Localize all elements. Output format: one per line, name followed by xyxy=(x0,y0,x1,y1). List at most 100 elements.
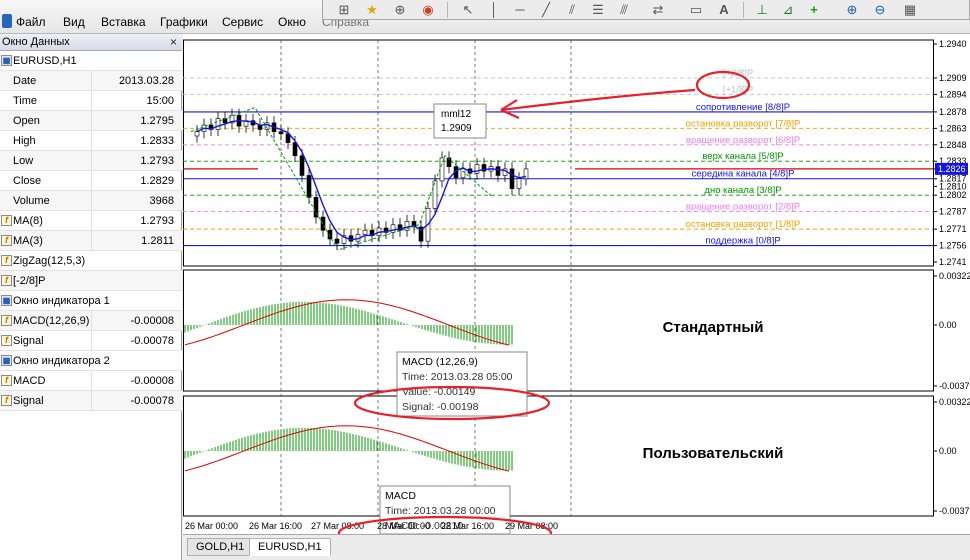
toolbar-separator xyxy=(447,2,448,18)
rectangle-icon[interactable]: ▭ xyxy=(687,1,705,18)
chart-window[interactable]: [+2/8]P [+1/8]P сопротивление [8/8]P остано… xyxy=(183,34,970,534)
indicator-scale-label: -0.00377 xyxy=(939,506,970,516)
current-price-label: 1.2826 xyxy=(938,164,966,174)
close-icon[interactable]: × xyxy=(170,35,177,49)
indicator-window-icon: ▦ xyxy=(1,295,12,306)
candle-body xyxy=(278,131,284,135)
row-label: Окно индикатора 2 xyxy=(13,355,110,367)
fibonacci-icon[interactable]: ☰ xyxy=(589,1,607,18)
row-label: [-2/8]P xyxy=(13,275,46,287)
menu-window[interactable]: Окно xyxy=(278,15,306,29)
candle-body xyxy=(460,168,466,178)
time-axis-label: 26 Mar 16:00 xyxy=(249,521,302,531)
time-axis-label: 27 Mar 08:00 xyxy=(311,521,364,531)
menu-charts[interactable]: Графики xyxy=(160,15,208,29)
cursor-icon[interactable]: ↖ xyxy=(459,1,477,18)
candle-body xyxy=(516,178,522,189)
data-window-group: ▦ Окно индикатора 1 xyxy=(0,291,182,311)
tab-eurusd[interactable]: EURUSD,H1 xyxy=(249,538,331,556)
horizontal-line-icon[interactable]: ─ xyxy=(511,1,529,18)
data-window-group: ▦ Окно индикатора 2 xyxy=(0,351,182,371)
indicator-scale-label: 0.00 xyxy=(939,446,957,456)
data-window-title: Окно Данных xyxy=(2,36,70,48)
row-label: EURUSD,H1 xyxy=(13,55,77,67)
channel-icon[interactable]: ⫽ xyxy=(563,1,581,18)
new-order-icon[interactable]: ⊞ xyxy=(335,1,353,18)
row-label: Date xyxy=(13,75,37,87)
column-divider xyxy=(91,191,92,211)
indicator-icon: f xyxy=(1,395,12,406)
column-divider xyxy=(91,91,92,111)
zoom-in-icon[interactable]: ⊕ xyxy=(843,1,861,18)
data-window-row: Open 1.2795 xyxy=(0,111,182,131)
murrey-level-label: вращение разворот [6/8]P xyxy=(686,135,800,146)
indicator2-histogram xyxy=(184,427,513,471)
row-label: Close xyxy=(13,175,42,187)
fibonacci-fan-icon[interactable]: ⫻ xyxy=(615,1,633,18)
favorites-icon[interactable]: ★ xyxy=(363,1,381,18)
candle-body xyxy=(362,229,368,235)
menu-view[interactable]: Вид xyxy=(63,15,85,29)
tooltip-title: mml12 xyxy=(441,109,471,120)
candle-body xyxy=(306,175,312,198)
candle-body xyxy=(495,166,501,176)
indicator-icon: f xyxy=(1,275,12,286)
trendline-icon[interactable]: ╱ xyxy=(537,1,555,18)
murrey-level-label: сопротивление [8/8]P xyxy=(696,102,790,113)
tooltip-time: Time: 2013.03.28 00:00 xyxy=(385,505,496,517)
price-scale-label: 1.2878 xyxy=(939,107,967,117)
tile-windows-icon[interactable]: ▦ xyxy=(901,1,919,18)
murrey-level-label: остановка разворот [1/8]P xyxy=(686,219,801,230)
indicator-scale-label: 0.00 xyxy=(939,320,957,330)
tooltip-time: Time: 2013.03.28 05:00 xyxy=(402,371,513,383)
menu-file[interactable]: Файл xyxy=(16,15,46,29)
tab-gold[interactable]: GOLD,H1 xyxy=(187,538,254,556)
row-label: Окно индикатора 1 xyxy=(13,295,110,307)
indicator1-pane-frame xyxy=(183,269,934,392)
murrey-level-label: дно канала [3/8]P xyxy=(704,185,781,196)
row-label: MACD xyxy=(13,375,46,387)
murrey-level-label: середина канала [4/8]P xyxy=(692,169,795,180)
indicator1-histogram xyxy=(184,301,513,345)
column-divider xyxy=(91,391,92,411)
data-window-row: f [-2/8]P xyxy=(0,271,182,291)
column-divider xyxy=(91,211,92,231)
add-indicator-icon[interactable]: + xyxy=(805,1,823,18)
time-axis-label: 26 Mar 00:00 xyxy=(185,521,238,531)
murrey-level-label: вращение разворот [2/8]P xyxy=(686,202,800,213)
toolbar: ⊞ ★ ⊕ ◉ ↖ │ ─ ╱ ⫽ ☰ ⫻ ⇄ ▭ A ⊥ ⊿ + ⊕ ⊖ ▦ xyxy=(322,0,970,20)
row-value: 1.2811 xyxy=(141,235,174,247)
menu-tools[interactable]: Сервис xyxy=(222,15,263,29)
vertical-line-icon[interactable]: │ xyxy=(485,1,503,18)
price-scale-label: 1.2894 xyxy=(939,89,967,99)
data-window-row: Volume 3968 xyxy=(0,191,182,211)
row-value: 15:00 xyxy=(146,95,174,107)
row-label: Signal xyxy=(13,335,44,347)
indicator-icon: f xyxy=(1,315,12,326)
row-value: 2013.03.28 xyxy=(118,75,174,87)
cursor-tooltip: mml12 1.2909 xyxy=(433,103,487,139)
crosshair-icon[interactable]: ⊕ xyxy=(391,1,409,18)
candle-body xyxy=(390,224,396,233)
row-label: MA(8) xyxy=(13,215,43,227)
row-value: -0.00078 xyxy=(130,395,174,407)
column-divider xyxy=(91,311,92,331)
candle-body xyxy=(299,155,305,176)
row-value: 1.2793 xyxy=(140,155,174,167)
menu-insert[interactable]: Вставка xyxy=(101,15,146,29)
data-window-row: Close 1.2829 xyxy=(0,171,182,191)
zoom-out-icon[interactable]: ⊖ xyxy=(871,1,889,18)
indicator-window-icon: ▦ xyxy=(1,355,12,366)
arrows-icon[interactable]: ⇄ xyxy=(649,1,667,18)
text-icon[interactable]: A xyxy=(715,1,733,18)
indicator-icon: f xyxy=(1,335,12,346)
price-chart[interactable]: [+2/8]P[+1/8]Pсопротивление [8/8]Pостано… xyxy=(183,34,970,534)
indicators-icon[interactable]: ⊿ xyxy=(779,1,797,18)
murrey-level-label: остановка разворот [7/8]P xyxy=(686,118,801,129)
data-window-row: Date 2013.03.28 xyxy=(0,71,182,91)
timeframes-icon[interactable]: ⊥ xyxy=(753,1,771,18)
candle-body xyxy=(194,131,200,137)
chart-tab-bar: GOLD,H1 EURUSD,H1 xyxy=(183,534,970,560)
expert-icon[interactable]: ◉ xyxy=(419,1,437,18)
candle-body xyxy=(334,238,340,244)
